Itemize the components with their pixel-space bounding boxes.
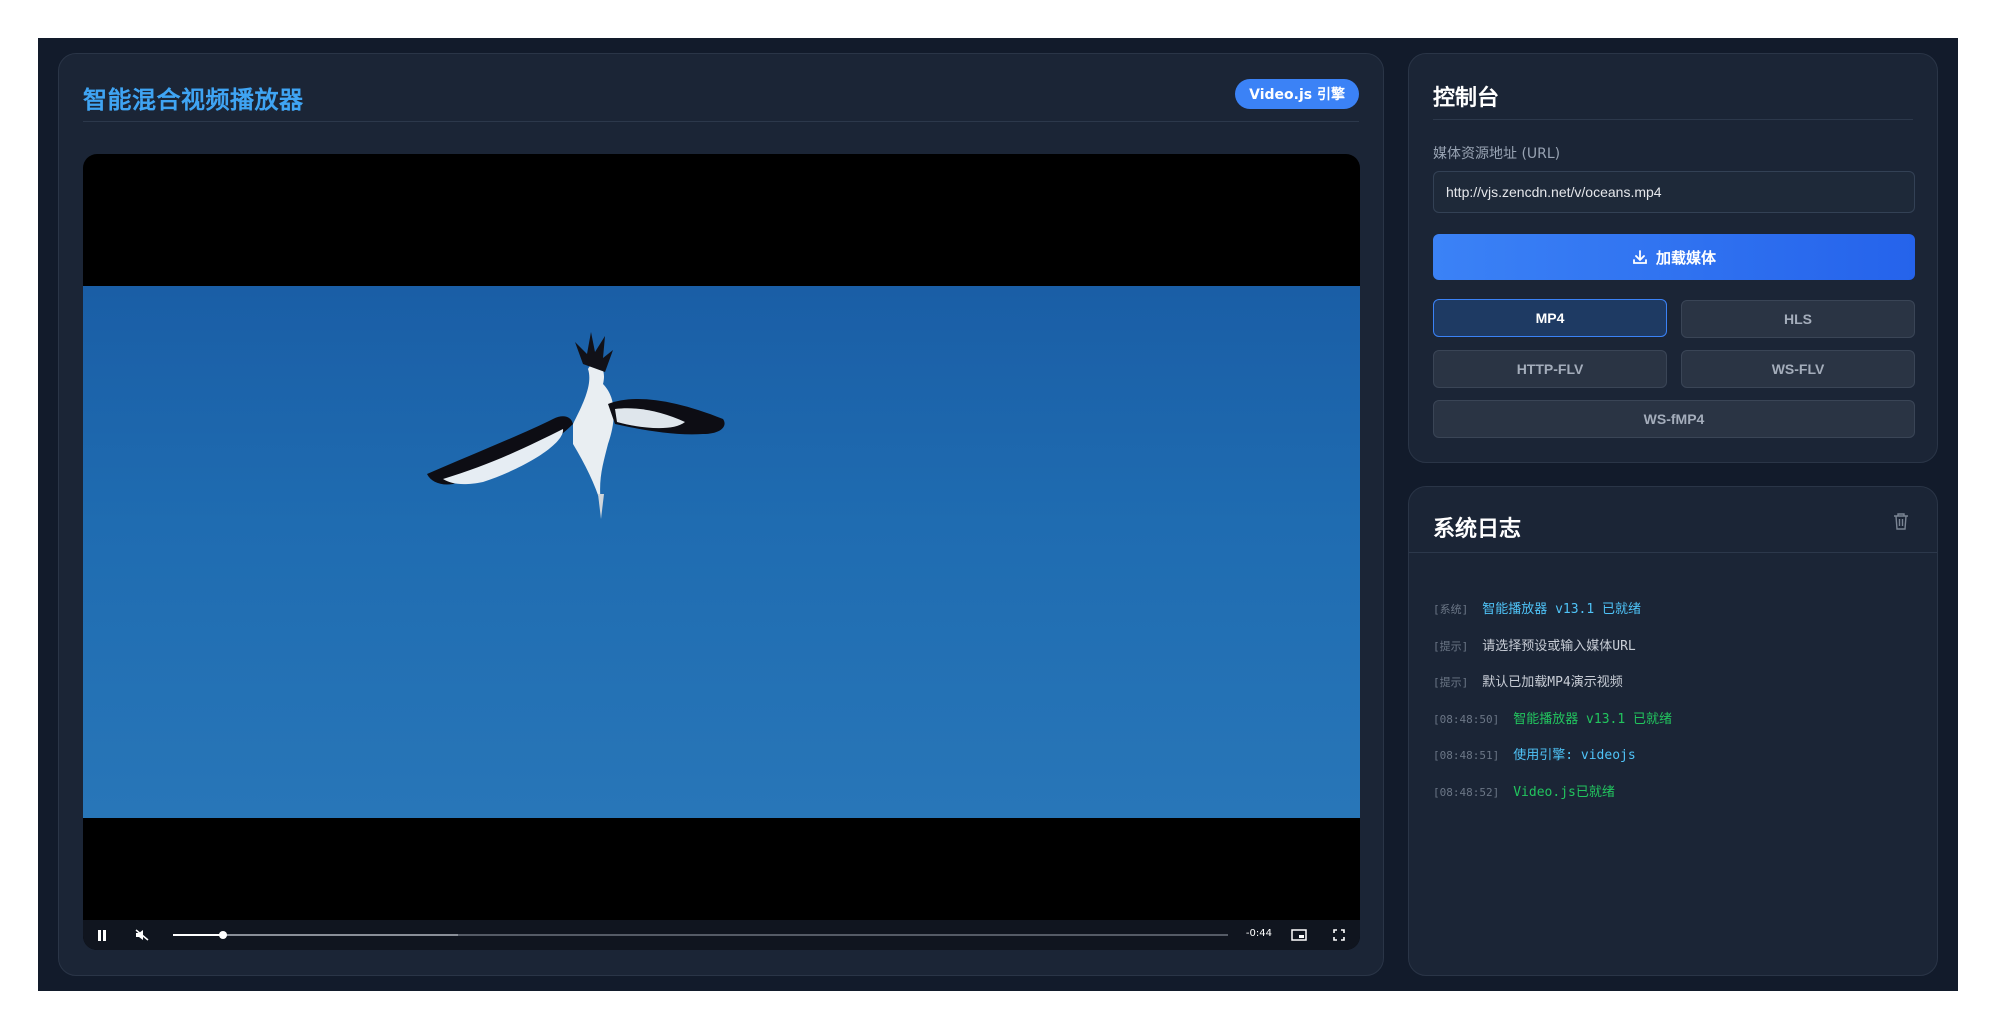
- log-text: 智能播放器 v13.1 已就绪: [1482, 602, 1642, 617]
- log-entry: [系统] 智能播放器 v13.1 已就绪: [1433, 598, 1641, 617]
- control-panel: 控制台 媒体资源地址 (URL) 加载媒体 MP4 HLS HTTP-FLV WS-F…: [1408, 53, 1938, 463]
- video-player[interactable]: -0:44: [83, 154, 1360, 950]
- fullscreen-icon: [1333, 929, 1345, 941]
- format-button-hls[interactable]: HLS: [1681, 300, 1915, 338]
- load-media-label: 加载媒体: [1655, 248, 1716, 267]
- log-entry: [08:48:50] 智能播放器 v13.1 已就绪: [1433, 708, 1672, 727]
- progress-handle[interactable]: [218, 931, 227, 939]
- player-panel: 智能混合视频播放器 Video.js 引擎 -0:44: [58, 53, 1384, 976]
- picture-in-picture-button[interactable]: [1284, 920, 1314, 950]
- log-tag: [提示]: [1433, 640, 1469, 653]
- progress-bar[interactable]: [173, 931, 1228, 939]
- mute-button[interactable]: [127, 920, 157, 950]
- log-entry: [提示] 请选择预设或输入媒体URL: [1433, 635, 1636, 654]
- load-media-button[interactable]: 加载媒体: [1433, 234, 1915, 280]
- format-button-ws-flv[interactable]: WS-FLV: [1681, 350, 1915, 388]
- bird-image: [427, 332, 725, 519]
- app-frame: 智能混合视频播放器 Video.js 引擎 -0:44 控制台 媒体资源地址 (…: [38, 38, 1958, 991]
- pause-button[interactable]: [87, 920, 117, 950]
- url-label: 媒体资源地址 (URL): [1433, 146, 1561, 162]
- video-controls: -0:44: [83, 920, 1360, 950]
- log-tag: [提示]: [1433, 676, 1469, 689]
- log-text: Video.js已就绪: [1513, 785, 1615, 800]
- log-tag: [08:48:50]: [1433, 713, 1500, 726]
- log-entry: [08:48:52] Video.js已就绪: [1433, 781, 1615, 800]
- divider: [1433, 119, 1913, 120]
- fullscreen-button[interactable]: [1324, 920, 1354, 950]
- pause-icon: [98, 929, 106, 941]
- picture-in-picture-icon: [1291, 929, 1307, 941]
- control-title: 控制台: [1433, 86, 1500, 111]
- page-title: 智能混合视频播放器: [83, 86, 304, 114]
- log-text: 使用引擎: videojs: [1513, 748, 1636, 763]
- log-panel: 系统日志 [系统] 智能播放器 v13.1 已就绪 [提示] 请选择预设或输入媒体UR…: [1408, 486, 1938, 976]
- log-tag: [08:48:51]: [1433, 749, 1500, 762]
- log-tag: [08:48:52]: [1433, 786, 1500, 799]
- log-text: 智能播放器 v13.1 已就绪: [1513, 712, 1673, 727]
- trash-icon: [1894, 513, 1908, 530]
- log-entry: [08:48:51] 使用引擎: videojs: [1433, 744, 1636, 763]
- divider: [1409, 552, 1937, 553]
- log-title: 系统日志: [1433, 517, 1522, 542]
- log-text: 请选择预设或输入媒体URL: [1482, 639, 1636, 654]
- time-remaining: -0:44: [1245, 928, 1272, 939]
- url-input[interactable]: [1433, 171, 1915, 213]
- format-button-http-flv[interactable]: HTTP-FLV: [1433, 350, 1667, 388]
- download-icon: [1633, 250, 1647, 264]
- log-entry: [提示] 默认已加载MP4演示视频: [1433, 671, 1623, 690]
- log-text: 默认已加载MP4演示视频: [1482, 675, 1623, 690]
- clear-log-button[interactable]: [1893, 512, 1909, 534]
- engine-badge: Video.js 引擎: [1235, 79, 1359, 109]
- volume-muted-icon: [135, 929, 149, 941]
- log-tag: [系统]: [1433, 603, 1469, 616]
- video-frame[interactable]: [83, 286, 1360, 818]
- format-button-ws-fmp4[interactable]: WS-fMP4: [1433, 400, 1915, 438]
- played-bar: [173, 934, 223, 936]
- format-button-mp4[interactable]: MP4: [1433, 299, 1667, 337]
- divider: [83, 121, 1359, 122]
